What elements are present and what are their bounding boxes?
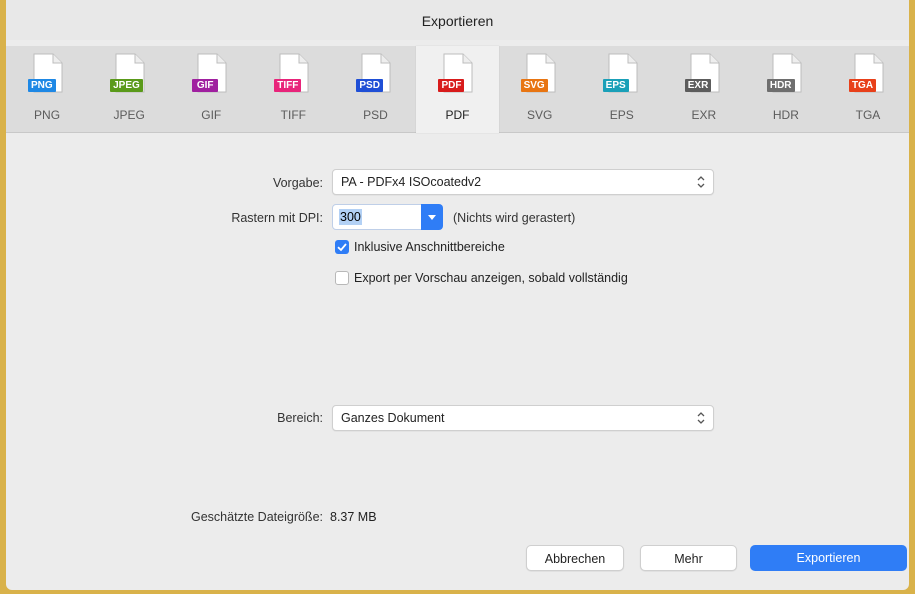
format-badge: GIF <box>192 79 219 92</box>
preset-value: PA - PDFx4 ISOcoatedv2 <box>341 175 482 189</box>
chevron-down-icon <box>428 215 436 220</box>
dpi-note: (Nichts wird gerastert) <box>453 211 576 225</box>
tab-gif[interactable]: GIF GIF <box>170 46 252 132</box>
tab-label: PNG <box>34 108 61 122</box>
tab-hdr[interactable]: HDR HDR <box>745 46 827 132</box>
bleed-checkbox[interactable] <box>335 240 349 254</box>
tab-exr[interactable]: EXR EXR <box>663 46 745 132</box>
eps-file-icon: EPS <box>602 53 638 93</box>
tga-file-icon: TGA <box>848 53 884 93</box>
format-badge: PSD <box>356 79 383 92</box>
format-badge: EXR <box>684 79 712 92</box>
format-badge: PNG <box>28 79 56 92</box>
tab-label: EPS <box>609 108 634 122</box>
tab-label: GIF <box>201 108 222 122</box>
tab-tga[interactable]: TGA TGA <box>827 46 909 132</box>
export-dialog: Exportieren PNG PNG JPEG JPEG GIF GIF TIFF TIFF… <box>6 0 909 590</box>
dpi-label: Rastern mit DPI: <box>231 211 323 225</box>
bleed-label: Inklusive Anschnittbereiche <box>354 240 505 254</box>
more-button[interactable]: Mehr <box>640 545 737 571</box>
tab-png[interactable]: PNG PNG <box>6 46 88 132</box>
tab-jpeg[interactable]: JPEG JPEG <box>88 46 170 132</box>
tab-label: TGA <box>855 108 881 122</box>
format-badge: SVG <box>520 79 548 92</box>
tab-label: PDF <box>445 108 470 122</box>
png-file-icon: PNG <box>28 53 63 93</box>
format-badge: HDR <box>766 79 795 92</box>
cancel-button[interactable]: Abbrechen <box>526 545 624 571</box>
format-badge: TIFF <box>274 79 302 92</box>
format-tabs: PNG PNG JPEG JPEG GIF GIF TIFF TIFF PSD PSD PDF PDF… <box>6 46 909 133</box>
hdr-file-icon: HDR <box>766 53 802 93</box>
tiff-file-icon: TIFF <box>274 53 309 93</box>
checkmark-icon <box>337 243 347 252</box>
tab-label: HDR <box>772 108 799 122</box>
tab-eps[interactable]: EPS EPS <box>581 46 663 132</box>
dpi-value: 300 <box>339 209 362 225</box>
tab-label: SVG <box>526 108 553 122</box>
select-stepper-icon <box>697 176 705 188</box>
tab-svg[interactable]: SVG SVG <box>499 46 581 132</box>
format-badge: PDF <box>438 79 465 92</box>
window-title: Exportieren <box>6 0 909 40</box>
format-badge: JPEG <box>110 79 143 92</box>
tab-label: TIFF <box>280 108 306 122</box>
preview-checkbox[interactable] <box>335 271 349 285</box>
format-badge: TGA <box>848 79 877 92</box>
tab-psd[interactable]: PSD PSD <box>334 46 416 132</box>
range-value: Ganzes Dokument <box>341 411 445 425</box>
dpi-input[interactable]: 300 <box>332 204 422 230</box>
pdf-file-icon: PDF <box>438 53 473 93</box>
psd-file-icon: PSD <box>356 53 391 93</box>
tab-label: PSD <box>363 108 388 122</box>
export-button[interactable]: Exportieren <box>750 545 907 571</box>
jpeg-file-icon: JPEG <box>110 53 145 93</box>
range-select[interactable]: Ganzes Dokument <box>332 405 714 431</box>
svg-file-icon: SVG <box>520 53 556 93</box>
dpi-combobox: 300 <box>332 204 444 230</box>
filesize-value: 8.37 MB <box>330 510 377 524</box>
gif-file-icon: GIF <box>192 53 227 93</box>
exr-file-icon: EXR <box>684 53 720 93</box>
select-stepper-icon <box>697 412 705 424</box>
preview-label: Export per Vorschau anzeigen, sobald vol… <box>354 271 628 285</box>
dpi-dropdown-button[interactable] <box>421 204 443 230</box>
filesize-label: Geschätzte Dateigröße: <box>190 510 323 524</box>
preset-label: Vorgabe: <box>272 176 323 190</box>
tab-pdf[interactable]: PDF PDF <box>416 46 499 133</box>
tab-label: EXR <box>691 108 717 122</box>
tab-label: JPEG <box>113 108 145 122</box>
tab-tiff[interactable]: TIFF TIFF <box>252 46 334 132</box>
preset-select[interactable]: PA - PDFx4 ISOcoatedv2 <box>332 169 714 195</box>
format-badge: EPS <box>602 79 629 92</box>
range-label: Bereich: <box>277 411 323 425</box>
